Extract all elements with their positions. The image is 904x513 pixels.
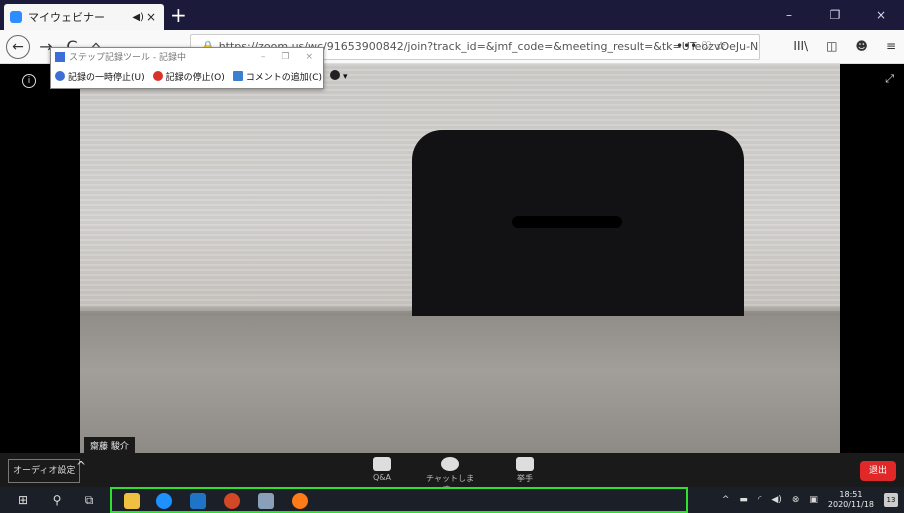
add-comment-button[interactable]: コメントの追加(C): [232, 70, 322, 83]
pause-icon: [55, 70, 65, 81]
outlook-icon[interactable]: [190, 493, 206, 509]
clock-time: 18:51: [839, 490, 863, 499]
system-tray: ^ ▬ ◜ ◀) ⊗ ▣ 18:51 2020/11/18 13: [722, 487, 904, 513]
status-icon[interactable]: ⊗: [792, 495, 800, 505]
steps-recorder-titlebar: ステップ記録ツール - 記録中 – ❐ ×: [51, 48, 323, 65]
steps-recorder-taskbar-icon[interactable]: [258, 493, 274, 509]
notification-icon[interactable]: 13: [884, 493, 898, 507]
stop-recording-button[interactable]: 記録の停止(O): [152, 70, 225, 83]
meeting-controls: オーディオ設定 ^ Q&A チャットします。 挙手 退出: [0, 453, 904, 494]
audio-settings-button[interactable]: オーディオ設定: [8, 459, 81, 483]
task-view-icon[interactable]: ⧉: [80, 491, 98, 509]
chair-image: [412, 130, 744, 320]
browser-tab[interactable]: マイウェビナー ◀) ×: [4, 4, 164, 30]
clock[interactable]: 18:51 2020/11/18: [828, 490, 874, 510]
minimize-button[interactable]: –: [766, 0, 812, 30]
sidebar-icon[interactable]: ◫: [826, 39, 837, 53]
psr-close-button[interactable]: ×: [305, 52, 313, 62]
fullscreen-icon[interactable]: ⤢: [885, 72, 894, 86]
steps-recorder-window-controls: – ❐ ×: [261, 52, 313, 62]
participant-name-tag: 齋藤 駿介: [84, 437, 135, 454]
screen: マイウェビナー ◀) × + – ❐ × ← → C ⌂ 🔒https://zo…: [0, 0, 904, 513]
steps-recorder-title: ステップ記録ツール - 記録中: [69, 53, 186, 63]
stop-icon: [152, 70, 163, 81]
menu-icon[interactable]: ≡: [886, 39, 896, 53]
steps-recorder-icon: [55, 51, 65, 62]
raise-hand-button[interactable]: 挙手: [495, 457, 555, 484]
ime-icon[interactable]: ▣: [809, 495, 818, 505]
pinned-apps-highlight: [110, 487, 688, 513]
close-button[interactable]: ×: [858, 0, 904, 30]
volume-icon[interactable]: ◀): [771, 495, 781, 505]
psr-minimize-button[interactable]: –: [261, 52, 266, 62]
chat-icon: [441, 457, 459, 471]
toolbar-icons: III\ ◫ ☻ ≡: [793, 39, 896, 53]
meeting-area: i ⤢ 齋藤 駿介: [0, 64, 904, 454]
maximize-button[interactable]: ❐: [812, 0, 858, 30]
clock-date: 2020/11/18: [827, 500, 874, 509]
raise-hand-label: 挙手: [517, 474, 533, 483]
tray-expand-icon[interactable]: ^: [722, 495, 730, 505]
browser-tabstrip: マイウェビナー ◀) × + – ❐ ×: [0, 0, 904, 30]
pause-recording-button[interactable]: 記録の一時停止(U): [55, 70, 145, 83]
wifi-icon[interactable]: ◜: [758, 495, 762, 505]
info-icon[interactable]: i: [22, 74, 36, 88]
tab-title: マイウェビナー: [28, 11, 105, 24]
speaker-icon[interactable]: ◀): [132, 12, 144, 23]
qa-button[interactable]: Q&A: [352, 457, 412, 482]
participant-video: [80, 64, 840, 453]
help-button[interactable]: ▾: [330, 70, 348, 82]
windows-start-icon[interactable]: ⊞: [14, 491, 32, 509]
powerpoint-icon[interactable]: [224, 493, 240, 509]
battery-icon[interactable]: ▬: [739, 495, 748, 505]
tab-close-icon[interactable]: ×: [146, 10, 156, 24]
steps-recorder-toolbar: 記録の一時停止(U) 記録の停止(O) コメントの追加(C) ▾: [51, 65, 348, 87]
psr-maximize-button[interactable]: ❐: [281, 52, 289, 62]
taskbar: ⊞ ⚲ ⧉ ^ ▬ ◜ ◀) ⊗ ▣ 18:51 2020/11/18 13: [0, 487, 904, 513]
account-icon[interactable]: ☻: [855, 39, 868, 53]
steps-recorder-window: ステップ記録ツール - 記録中 – ❐ × 記録の一時停止(U) 記録の停止(O…: [50, 47, 348, 89]
zoom-favicon-icon: [10, 11, 22, 23]
edge-icon[interactable]: [156, 493, 172, 509]
qa-label: Q&A: [372, 473, 391, 482]
library-icon[interactable]: III\: [793, 39, 808, 53]
new-tab-button[interactable]: +: [170, 3, 187, 27]
qa-icon: [373, 457, 391, 471]
chair-slot: [512, 216, 622, 228]
table-surface: [80, 316, 840, 453]
help-icon: [330, 70, 341, 80]
back-button[interactable]: ←: [6, 35, 30, 59]
hand-icon: [516, 457, 534, 471]
firefox-icon[interactable]: [292, 493, 308, 509]
search-icon[interactable]: ⚲: [48, 491, 66, 509]
window-controls: – ❐ ×: [766, 0, 904, 30]
file-explorer-icon[interactable]: [124, 493, 140, 509]
page-actions[interactable]: ••• ♡ ☆: [676, 39, 726, 53]
comment-icon: [232, 70, 243, 81]
chevron-up-icon[interactable]: ^: [76, 459, 86, 473]
leave-button[interactable]: 退出: [860, 461, 896, 481]
